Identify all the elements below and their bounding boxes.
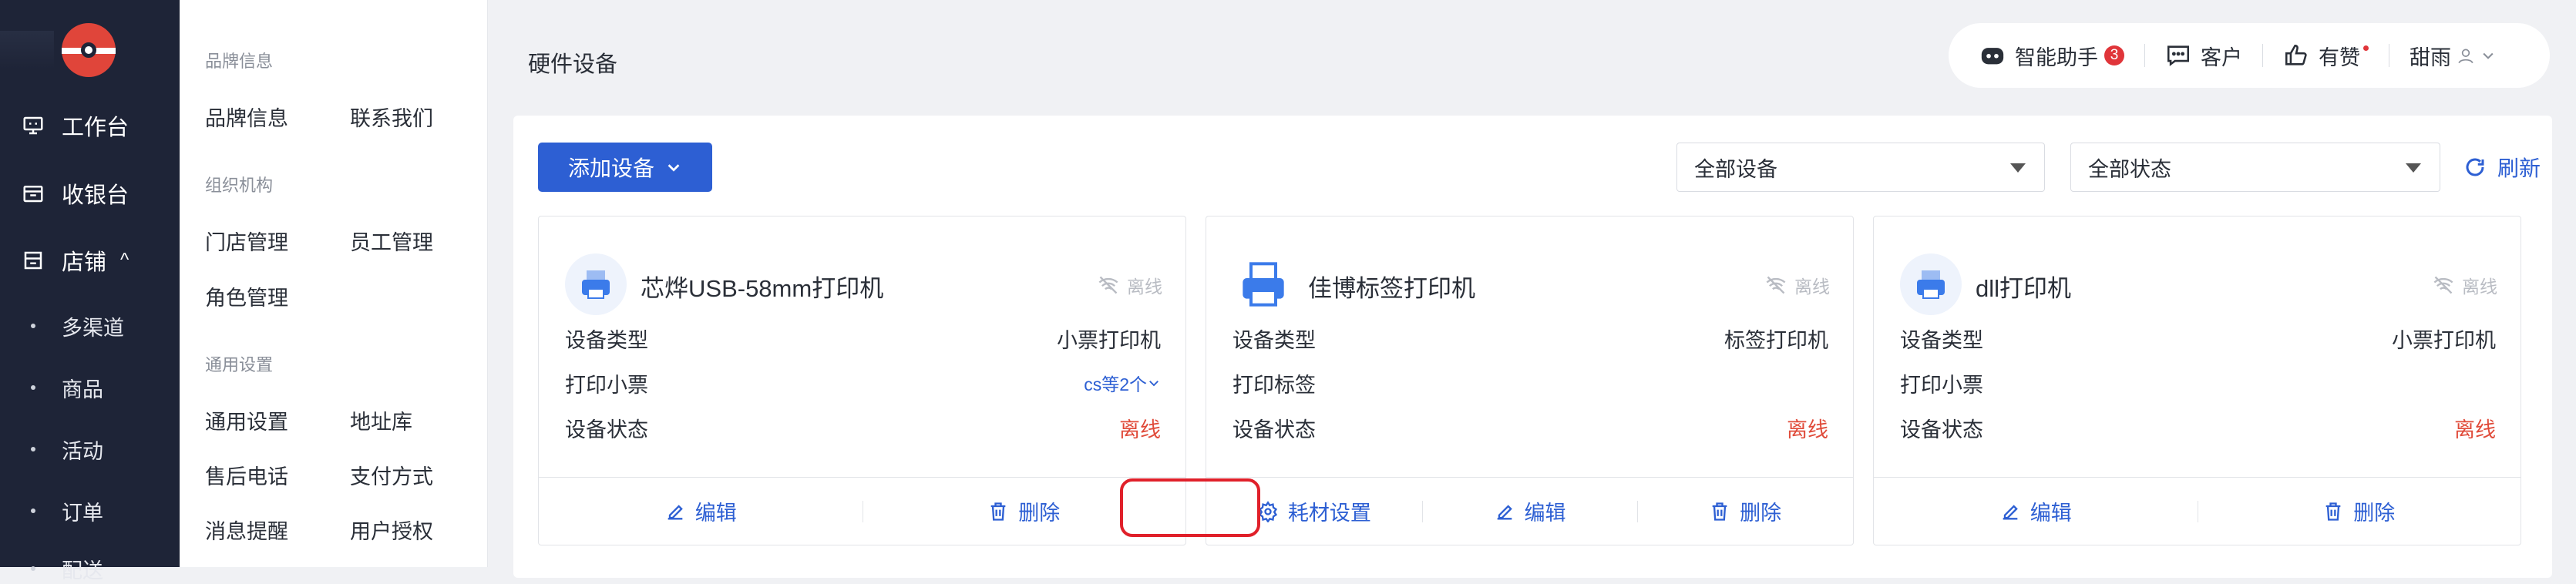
delete-button[interactable]: 删除 bbox=[1637, 478, 1853, 545]
notification-dot bbox=[2363, 45, 2369, 51]
device-name: dll打印机 bbox=[1976, 275, 2072, 302]
edit-button[interactable]: 编辑 bbox=[539, 478, 863, 545]
store-icon bbox=[24, 251, 42, 270]
section-title-org: 组织机构 bbox=[205, 176, 274, 195]
link-staff-management[interactable]: 员工管理 bbox=[350, 226, 433, 256]
card-actions: 编辑 删除 bbox=[1874, 477, 2521, 545]
edit-button[interactable]: 编辑 bbox=[1421, 478, 1638, 545]
main-content: 硬件设备 智能助手 3 客户 有赞 甜雨 添加设备 全部设备 全部状态 刷新 芯… bbox=[488, 0, 2576, 578]
section-title-general: 通用设置 bbox=[205, 355, 274, 374]
sidebar-item-cashier[interactable]: 收银台 bbox=[22, 178, 129, 209]
notification-badge: 3 bbox=[2104, 45, 2124, 65]
delete-button[interactable]: 删除 bbox=[2197, 478, 2521, 545]
user-menu[interactable]: 甜雨 bbox=[2410, 23, 2505, 88]
sidebar-decoration bbox=[0, 31, 54, 69]
section-title-brand: 品牌信息 bbox=[205, 52, 274, 71]
gear-icon bbox=[1258, 500, 1277, 522]
pencil-icon bbox=[2003, 504, 2018, 519]
info-row: 设备状态 离线 bbox=[1233, 418, 1828, 441]
refresh-button[interactable]: 刷新 bbox=[2463, 143, 2541, 192]
link-message-alerts[interactable]: 消息提醒 bbox=[205, 515, 288, 545]
link-general-settings[interactable]: 通用设置 bbox=[205, 405, 288, 435]
connection-status: 离线 bbox=[1765, 272, 1830, 298]
connection-status: 离线 bbox=[1098, 272, 1162, 298]
info-row: 设备状态 离线 bbox=[565, 418, 1161, 441]
device-filter-select[interactable]: 全部设备 bbox=[1676, 143, 2045, 192]
wifi-off-icon bbox=[1766, 276, 1786, 294]
link-payment-methods[interactable]: 支付方式 bbox=[350, 460, 433, 490]
link-address-book[interactable]: 地址库 bbox=[350, 405, 412, 435]
sidebar-item-workbench[interactable]: 工作台 bbox=[22, 110, 129, 141]
chevron-down-icon bbox=[668, 164, 680, 172]
card-actions: 编辑 删除 bbox=[539, 477, 1185, 545]
sidebar-item-store[interactable]: 店铺 ^ bbox=[22, 245, 129, 276]
chevron-up-icon: ^ bbox=[120, 250, 129, 270]
sidebar-item-label: 工作台 bbox=[62, 116, 129, 140]
trash-icon bbox=[990, 502, 1006, 521]
info-row: 打印小票 cs等2个 bbox=[565, 368, 1161, 398]
chat-icon bbox=[2167, 45, 2190, 66]
refresh-icon bbox=[2466, 158, 2484, 176]
wifi-off-icon bbox=[2433, 276, 2453, 294]
caret-down-icon bbox=[2406, 163, 2421, 173]
chevron-down-icon bbox=[1149, 381, 1159, 387]
info-row: 设备类型 小票打印机 bbox=[1900, 328, 2496, 352]
link-aftersales-phone[interactable]: 售后电话 bbox=[205, 460, 288, 490]
device-name: 芯烨USB-58mm打印机 bbox=[641, 275, 884, 302]
device-card: 芯烨USB-58mm打印机 离线 设备类型 小票打印机 打印小票 cs等2个 设备… bbox=[538, 216, 1186, 545]
sidebar-subitem-activity[interactable]: 活动 bbox=[31, 434, 103, 465]
wifi-off-icon bbox=[1098, 276, 1118, 294]
sidebar-subitem-multichannel[interactable]: 多渠道 bbox=[31, 310, 124, 341]
avatar-icon bbox=[2458, 49, 2473, 64]
device-card: dll打印机 离线 设备类型 小票打印机 打印小票 设备状态 离线 编辑 删除 bbox=[1873, 216, 2521, 545]
info-row: 打印小票 bbox=[1900, 373, 1983, 397]
cash-register-icon bbox=[23, 186, 43, 203]
top-toolbar: 智能助手 3 客户 有赞 甜雨 bbox=[1949, 23, 2550, 88]
edit-button[interactable]: 编辑 bbox=[1874, 478, 2198, 545]
receipt-printer-icon bbox=[565, 253, 627, 315]
info-row: 设备状态 离线 bbox=[1900, 418, 2496, 441]
settings-submenu: 品牌信息 品牌信息 联系我们 组织机构 门店管理 员工管理 角色管理 通用设置 … bbox=[180, 0, 488, 567]
device-name: 佳博标签打印机 bbox=[1308, 275, 1475, 302]
caret-down-icon bbox=[2010, 163, 2026, 173]
youzan-button[interactable]: 有赞 bbox=[2283, 23, 2369, 88]
page-title: 硬件设备 bbox=[528, 52, 618, 77]
highlight-box bbox=[1120, 478, 1260, 537]
card-actions: 耗材设置 编辑 删除 bbox=[1206, 477, 1853, 545]
app-logo[interactable] bbox=[62, 23, 116, 77]
device-card: 佳博标签打印机 离线 设备类型 标签打印机 打印标签 设备状态 离线 耗材设置 编辑 bbox=[1206, 216, 1854, 545]
pencil-icon bbox=[1497, 504, 1512, 519]
trash-icon bbox=[2325, 502, 2341, 521]
link-store-management[interactable]: 门店管理 bbox=[205, 226, 288, 256]
status-filter-select[interactable]: 全部状态 bbox=[2070, 143, 2440, 192]
pencil-icon bbox=[668, 504, 683, 519]
robot-icon bbox=[1981, 48, 2004, 65]
receipt-template-dropdown[interactable]: cs等2个 bbox=[1084, 370, 1161, 396]
assistant-button[interactable]: 智能助手 3 bbox=[1979, 23, 2124, 88]
thumbs-up-icon bbox=[2285, 44, 2307, 65]
sidebar-subitem-orders[interactable]: 订单 bbox=[31, 495, 103, 526]
connection-status: 离线 bbox=[2433, 272, 2497, 298]
info-row: 设备类型 小票打印机 bbox=[565, 328, 1161, 352]
link-role-management[interactable]: 角色管理 bbox=[205, 281, 288, 311]
device-panel: 添加设备 全部设备 全部状态 刷新 芯烨USB-58mm打印机 离线 设备类型小… bbox=[513, 116, 2552, 578]
receipt-printer-icon bbox=[1900, 253, 1962, 315]
chevron-down-icon bbox=[2483, 52, 2494, 59]
label-printer-icon bbox=[1233, 253, 1294, 315]
link-user-authorization[interactable]: 用户授权 bbox=[350, 515, 433, 545]
info-row: 设备类型 标签打印机 bbox=[1233, 328, 1828, 352]
info-row: 打印标签 bbox=[1233, 373, 1316, 397]
sidebar-item-label: 收银台 bbox=[62, 183, 129, 208]
sidebar-item-label: 店铺 bbox=[62, 250, 107, 275]
main-sidebar: 工作台 收银台 店铺 ^ 多渠道 商品 活动 订单 配送 bbox=[0, 0, 180, 582]
add-device-button[interactable]: 添加设备 bbox=[538, 143, 712, 192]
link-brand-info[interactable]: 品牌信息 bbox=[205, 102, 288, 132]
sidebar-subitem-delivery[interactable]: 配送 bbox=[31, 553, 103, 584]
trash-icon bbox=[1712, 502, 1727, 521]
sidebar-subitem-goods[interactable]: 商品 bbox=[31, 372, 103, 403]
link-contact-us[interactable]: 联系我们 bbox=[350, 102, 433, 132]
monitor-icon bbox=[23, 116, 43, 135]
customer-button[interactable]: 客户 bbox=[2165, 23, 2242, 88]
